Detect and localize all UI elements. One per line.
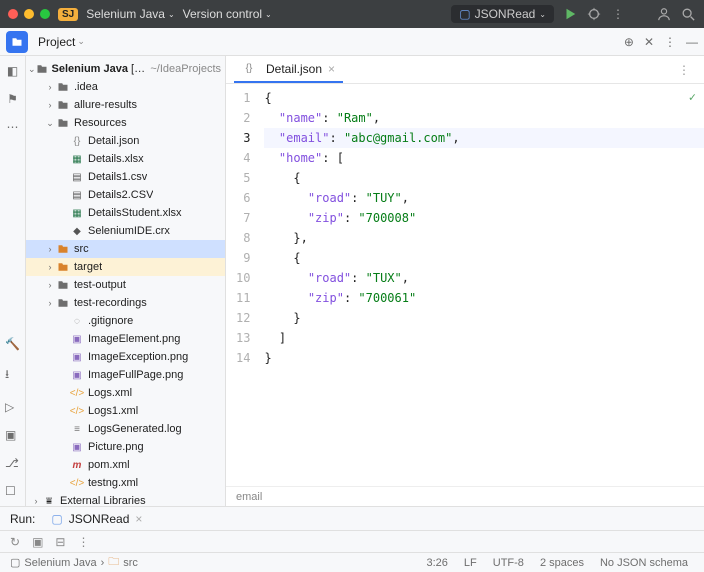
tabs-more-icon[interactable]: ⋮ — [672, 63, 696, 77]
close-window[interactable] — [8, 9, 18, 19]
line-ending[interactable]: LF — [458, 557, 483, 569]
json-icon: {} — [242, 62, 256, 76]
tool-title: Project — [38, 35, 75, 49]
rerun-icon[interactable]: ↻ — [10, 535, 20, 549]
nav-icon[interactable]: ▢ — [10, 556, 20, 569]
tree-item[interactable]: {}Detail.json — [26, 132, 225, 150]
more-tools-icon[interactable]: ⋯ — [7, 120, 19, 134]
run-tool-window-header: Run: ▢ JSONRead × — [0, 506, 704, 530]
left-toolbar: ◧ ⚑ ⋯ 🔨 ⭳ ▷ ▣ ⎇ ☐ — [0, 56, 26, 506]
debug-icon[interactable] — [586, 6, 602, 22]
search-icon[interactable] — [680, 6, 696, 22]
tree-item[interactable]: ›test-output — [26, 276, 225, 294]
account-icon[interactable] — [656, 6, 672, 22]
tree-item[interactable]: ◆SeleniumIDE.crx — [26, 222, 225, 240]
run-tool-icon[interactable]: ▷ — [5, 400, 20, 414]
tool-actions: ⊕ ✕ ⋮ — — [624, 35, 698, 49]
code-area[interactable]: 1234567891011121314 { "name": "Ram", "em… — [226, 84, 704, 486]
more-options-icon[interactable]: ⋮ — [664, 35, 676, 49]
expand-icon[interactable]: ✕ — [644, 35, 654, 49]
tree-item[interactable]: ›target — [26, 258, 225, 276]
editor-breadcrumb[interactable]: email — [226, 486, 704, 506]
run-tab[interactable]: ▢ JSONRead × — [45, 512, 148, 526]
run-config-selector[interactable]: ▢ JSONRead⌄ — [451, 5, 554, 23]
run-icon[interactable] — [562, 6, 578, 22]
tree-item[interactable]: ›test-recordings — [26, 294, 225, 312]
json-schema[interactable]: No JSON schema — [594, 557, 694, 569]
project-menu[interactable]: Selenium Java⌄ — [86, 7, 174, 21]
breadcrumb-src[interactable]: src — [123, 557, 138, 569]
tree-item[interactable]: ▦Details.xlsx — [26, 150, 225, 168]
problems-icon[interactable]: ☐ — [5, 484, 20, 498]
tree-item[interactable]: ›.idea — [26, 78, 225, 96]
tree-item[interactable]: ▤Details2.CSV — [26, 186, 225, 204]
run-label: Run: — [10, 512, 35, 526]
terminal-icon[interactable]: ▣ — [5, 428, 20, 442]
cursor-position[interactable]: 3:26 — [421, 557, 454, 569]
maximize-window[interactable] — [40, 9, 50, 19]
tree-item[interactable]: ▣ImageFullPage.png — [26, 366, 225, 384]
build-icon[interactable]: 🔨 — [5, 337, 20, 351]
encoding[interactable]: UTF-8 — [487, 557, 530, 569]
project-toolbar: Project ⌄ ⊕ ✕ ⋮ — — [0, 28, 704, 56]
minimize-window[interactable] — [24, 9, 34, 19]
tree-item[interactable]: ▣Picture.png — [26, 438, 225, 456]
tree-item[interactable]: ≡LogsGenerated.log — [26, 420, 225, 438]
close-run-tab-icon[interactable]: × — [135, 512, 142, 526]
tree-external-libs[interactable]: ›⩸External Libraries — [26, 492, 225, 506]
code-lines[interactable]: { "name": "Ram", "email": "abc@gmail.com… — [264, 84, 704, 486]
close-tab-icon[interactable]: × — [328, 62, 335, 76]
hide-icon[interactable]: — — [686, 35, 698, 49]
layout-icon[interactable]: ⊟ — [55, 535, 65, 549]
tree-item[interactable]: ▣ImageElement.png — [26, 330, 225, 348]
tree-item[interactable]: ⌄Resources — [26, 114, 225, 132]
tree-root[interactable]: ⌄Selenium Java [SeleniumJava]~/IdeaProje… — [26, 60, 225, 78]
project-badge: SJ — [58, 8, 78, 21]
tree-item[interactable]: </>Logs1.xml — [26, 402, 225, 420]
run-config-icon: ▢ — [51, 512, 62, 526]
bookmarks-icon[interactable]: ⚑ — [7, 92, 18, 106]
project-panel: ⌄Selenium Java [SeleniumJava]~/IdeaProje… — [26, 56, 226, 506]
breadcrumb-root[interactable]: Selenium Java — [24, 557, 96, 569]
run-toolbar: ↻ ▣ ⊟ ⋮ — [0, 530, 704, 552]
editor-area: {} Detail.json × ⋮ 1234567891011121314 {… — [226, 56, 704, 506]
more-icon[interactable]: ⋮ — [610, 6, 626, 22]
tree-item[interactable]: ▣ImageException.png — [26, 348, 225, 366]
stop-icon[interactable]: ▣ — [32, 535, 43, 549]
select-opened-icon[interactable]: ⊕ — [624, 35, 634, 49]
folder-icon: 🗀 — [108, 553, 119, 572]
structure-icon[interactable]: ◧ — [7, 64, 18, 78]
project-tool-button[interactable] — [6, 31, 28, 53]
tree-item[interactable]: </>Logs.xml — [26, 384, 225, 402]
chevron-down-icon[interactable]: ⌄ — [77, 36, 85, 47]
tree-item[interactable]: </>testng.xml — [26, 474, 225, 492]
vcs-menu[interactable]: Version control⌄ — [183, 7, 272, 21]
tree-item[interactable]: mpom.xml — [26, 456, 225, 474]
titlebar: SJ Selenium Java⌄ Version control⌄ ▢ JSO… — [0, 0, 704, 28]
status-bar: ▢ Selenium Java › 🗀 src 3:26 LF UTF-8 2 … — [0, 552, 704, 572]
open-icon[interactable]: ⭳ — [5, 365, 20, 386]
git-icon[interactable]: ⎇ — [5, 456, 20, 470]
filter-icon[interactable]: ⋮ — [77, 535, 89, 549]
tree-item[interactable]: ›src — [26, 240, 225, 258]
tree-item[interactable]: ▤Details1.csv — [26, 168, 225, 186]
tree-item[interactable]: ◌.gitignore — [26, 312, 225, 330]
indent[interactable]: 2 spaces — [534, 557, 590, 569]
tab-detail-json[interactable]: {} Detail.json × — [234, 56, 343, 83]
window-controls[interactable] — [8, 9, 50, 19]
editor-tabs: {} Detail.json × ⋮ — [226, 56, 704, 84]
tree-item[interactable]: ›allure-results — [26, 96, 225, 114]
tree-item[interactable]: ▦DetailsStudent.xlsx — [26, 204, 225, 222]
run-config-icon: ▢ — [459, 7, 470, 21]
inspection-ok-icon[interactable]: ✓ — [689, 90, 696, 104]
gutter: 1234567891011121314 — [226, 84, 264, 486]
